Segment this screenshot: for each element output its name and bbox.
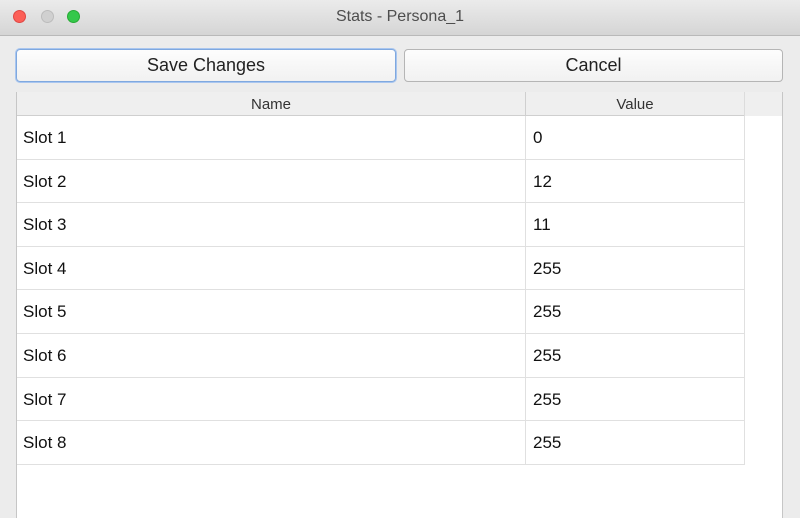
name-cell[interactable]: Slot 2 [17,159,526,203]
value-cell[interactable]: 255 [526,246,745,290]
table-row[interactable]: Slot 1 0 [17,116,745,160]
value-cell[interactable]: 255 [526,377,745,421]
name-cell[interactable]: Slot 6 [17,333,526,377]
name-cell[interactable]: Slot 8 [17,421,526,464]
value-cell[interactable]: 255 [526,421,745,464]
value-cell[interactable]: 0 [526,116,745,159]
value-cell[interactable]: 255 [526,333,745,377]
table-row[interactable]: Slot 6 255 [17,333,745,378]
column-header-name[interactable]: Name [17,92,526,116]
table-row[interactable]: Slot 8 255 [17,421,745,465]
stats-table: Name Value Slot 1 0 Slot 2 12 Slot 3 11 … [16,92,783,518]
header-filler [745,92,782,116]
table-row[interactable]: Slot 7 255 [17,377,745,422]
save-changes-button[interactable]: Save Changes [16,49,396,82]
table-row[interactable]: Slot 5 255 [17,290,745,334]
name-cell[interactable]: Slot 7 [17,377,526,421]
column-header-value[interactable]: Value [526,92,745,116]
name-cell[interactable]: Slot 5 [17,290,526,333]
stats-window: Stats - Persona_1 Save Changes Cancel Na… [0,0,800,518]
table-row[interactable]: Slot 2 12 [17,159,745,204]
table-row[interactable]: Slot 3 11 [17,203,745,247]
window-title: Stats - Persona_1 [335,8,465,25]
cancel-button[interactable]: Cancel [404,49,783,82]
table-header: Name Value [17,92,782,116]
name-cell[interactable]: Slot 1 [17,116,526,159]
value-cell[interactable]: 255 [526,290,745,333]
name-cell[interactable]: Slot 3 [17,203,526,246]
value-cell[interactable]: 11 [526,203,745,246]
table-row[interactable]: Slot 4 255 [17,246,745,291]
title-bar: Stats - Persona_1 [0,0,800,36]
table-body: Slot 1 0 Slot 2 12 Slot 3 11 Slot 4 255 … [17,116,745,465]
value-cell[interactable]: 12 [526,159,745,203]
name-cell[interactable]: Slot 4 [17,246,526,290]
